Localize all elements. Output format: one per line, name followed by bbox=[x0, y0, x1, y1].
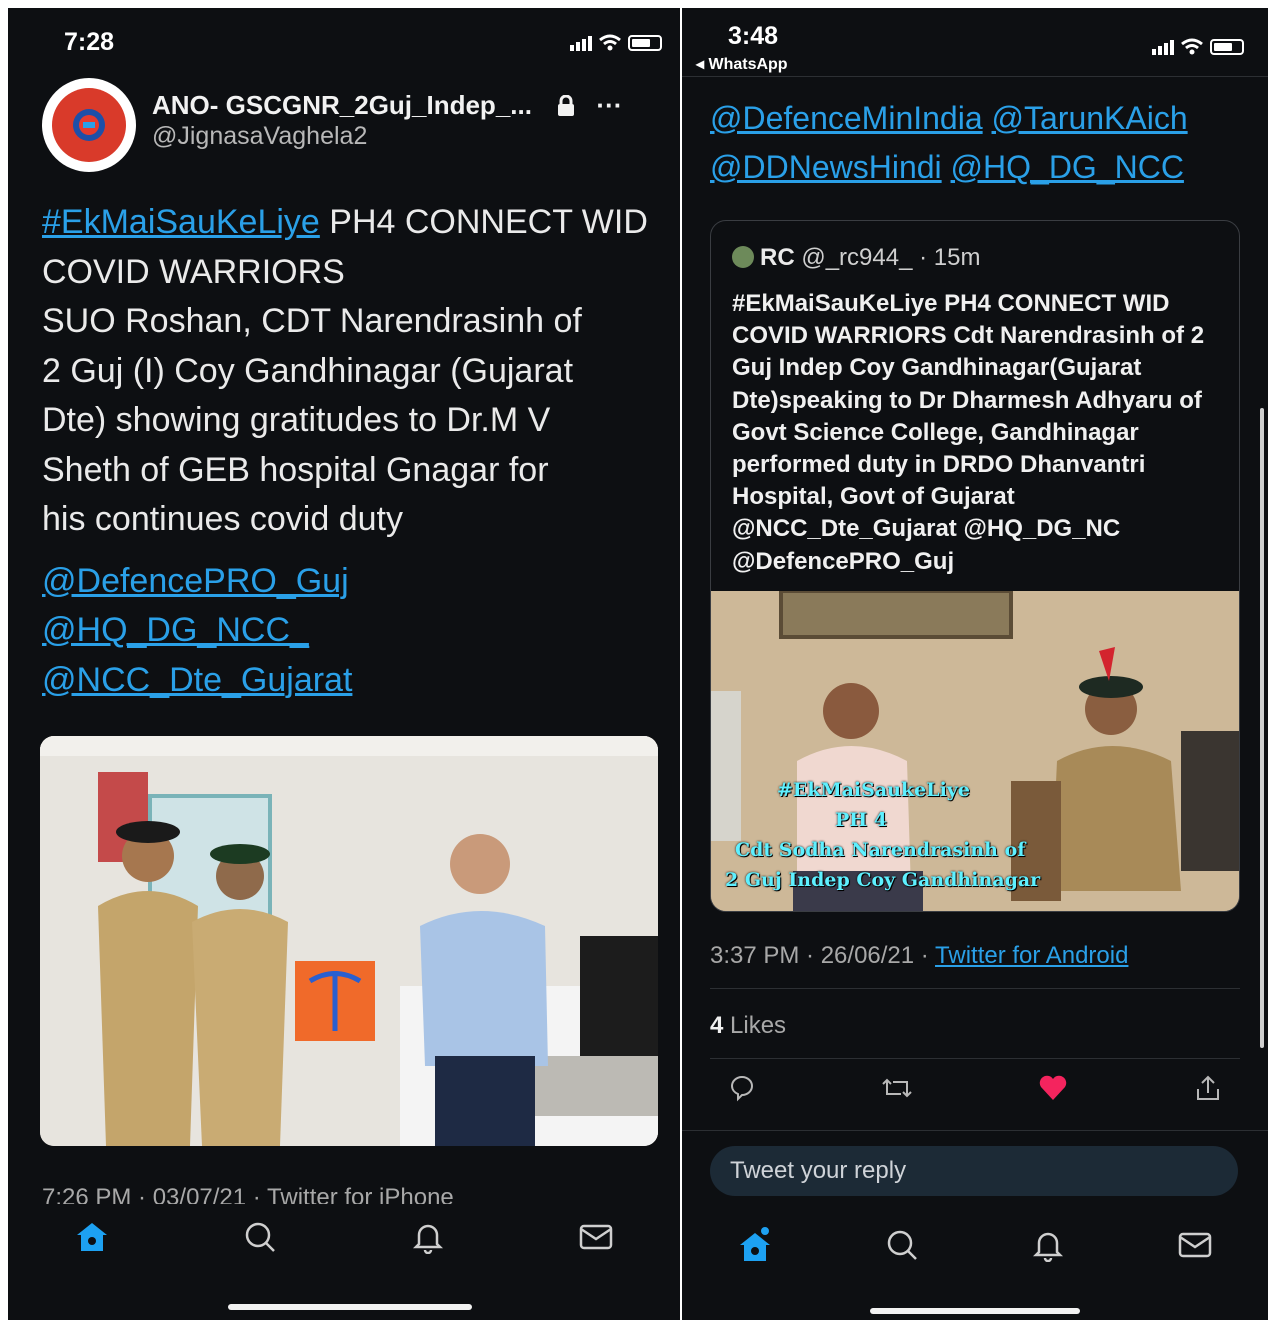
divider bbox=[710, 988, 1240, 989]
author-handle: @JignasaVaghela2 bbox=[152, 122, 368, 150]
status-time: 3:48 bbox=[728, 22, 779, 50]
status-icons bbox=[1152, 38, 1244, 56]
mention-link[interactable]: @NCC_Dte_Gujarat bbox=[42, 656, 672, 706]
left-phone-screen: 7:28 ANO- GSCGNR_2Guj_Indep_... ··· @Jig… bbox=[8, 8, 680, 1320]
tab-search[interactable] bbox=[872, 1220, 932, 1270]
reply-input[interactable]: Tweet your reply bbox=[710, 1146, 1238, 1196]
tweet-footer: 7:26 PM · 03/07/21 · Twitter for iPhone bbox=[42, 1184, 454, 1204]
status-bar: 7:28 bbox=[8, 8, 680, 68]
status-time: 7:28 bbox=[64, 28, 115, 56]
divider bbox=[710, 1058, 1240, 1059]
tweet-line: Sheth of GEB hospital Gnagar for bbox=[42, 450, 549, 489]
tweet-timestamp: 3:37 PM · 26/06/21 · Twitter for Android bbox=[710, 942, 1129, 969]
mention-link[interactable]: @HQ_DG_NCC bbox=[951, 149, 1184, 185]
tab-home[interactable] bbox=[62, 1212, 122, 1262]
photo-scene bbox=[40, 736, 658, 1146]
like-button[interactable] bbox=[1033, 1068, 1073, 1108]
home-icon bbox=[77, 1223, 107, 1251]
status-bar: 3:48 ◂ WhatsApp bbox=[682, 8, 1268, 73]
wifi-icon bbox=[599, 34, 621, 51]
mention-link[interactable]: @HQ_DG_NCC_ bbox=[42, 606, 672, 656]
photo-overlay-line: PH 4 bbox=[835, 809, 888, 831]
ncc-logo-icon bbox=[73, 109, 105, 141]
wifi-icon bbox=[1181, 38, 1203, 55]
battery-icon bbox=[628, 35, 662, 51]
mention-link[interactable]: @TarunKAich bbox=[992, 100, 1188, 136]
home-icon bbox=[740, 1227, 771, 1261]
tab-notifications[interactable] bbox=[1018, 1220, 1078, 1270]
divider bbox=[682, 1130, 1268, 1131]
tweet-body: #EkMaiSauKeLiye PH4 CONNECT WID COVID WA… bbox=[42, 198, 672, 705]
photo-scene bbox=[711, 591, 1239, 911]
home-indicator[interactable] bbox=[870, 1308, 1080, 1314]
author-name[interactable]: ANO- GSCGNR_2Guj_Indep_... ··· bbox=[152, 90, 622, 121]
tab-bar bbox=[8, 1212, 680, 1262]
photo-overlay-line: 2 Guj Indep Coy Gandhinagar bbox=[725, 869, 1041, 891]
signal-icon bbox=[1152, 39, 1174, 55]
header-divider bbox=[682, 76, 1268, 77]
quoted-author-handle: @_rc944_ · 15m bbox=[801, 244, 981, 271]
notifications-icon bbox=[1033, 1232, 1064, 1262]
signal-icon bbox=[570, 35, 592, 51]
messages-icon bbox=[1178, 1232, 1211, 1258]
retweet-button[interactable] bbox=[877, 1068, 917, 1108]
tweet-photo[interactable] bbox=[40, 736, 658, 1146]
tweet-line: SUO Roshan, CDT Narendrasinh of bbox=[42, 302, 582, 340]
mention-link[interactable]: @DefencePRO_Guj bbox=[42, 557, 672, 607]
reply-button[interactable] bbox=[722, 1068, 762, 1108]
messages-icon bbox=[579, 1224, 613, 1250]
tweet-line: Dte) showing gratitudes to Dr.M V bbox=[42, 401, 551, 439]
photo-overlay-line: #EkMaiSaukeLiye bbox=[777, 779, 970, 801]
tab-notifications[interactable] bbox=[398, 1212, 458, 1262]
search-icon bbox=[245, 1222, 275, 1252]
photo-overlay-line: Cdt Sodha Narendrasinh of bbox=[735, 839, 1026, 861]
tweet-actions bbox=[722, 1068, 1228, 1108]
tweet-source-link[interactable]: Twitter for Android bbox=[935, 942, 1128, 969]
scrollbar[interactable] bbox=[1260, 408, 1264, 1048]
status-icons bbox=[570, 34, 662, 52]
reply-icon bbox=[730, 1076, 753, 1102]
top-mentions: @DefenceMinIndia @TarunKAich @DDNewsHind… bbox=[710, 94, 1268, 192]
right-phone-screen: 3:48 ◂ WhatsApp @DefenceMinIndia @TarunK… bbox=[682, 8, 1268, 1320]
quoted-tweet-text: #EkMaiSauKeLiye PH4 CONNECT WID COVID WA… bbox=[732, 290, 1205, 575]
back-to-whatsapp[interactable]: ◂ WhatsApp bbox=[696, 54, 788, 74]
lock-icon bbox=[558, 94, 575, 116]
author-avatar[interactable] bbox=[42, 78, 136, 172]
tab-search[interactable] bbox=[230, 1212, 290, 1262]
like-icon bbox=[1039, 1075, 1066, 1100]
share-button[interactable] bbox=[1188, 1068, 1228, 1108]
retweet-icon bbox=[882, 1078, 913, 1098]
mention-link[interactable]: @DefenceMinIndia bbox=[710, 100, 983, 136]
tab-bar bbox=[682, 1220, 1268, 1270]
mention-link[interactable]: @DDNewsHindi bbox=[710, 149, 942, 185]
share-icon bbox=[1196, 1075, 1219, 1100]
hashtag-link[interactable]: #EkMaiSauKeLiye bbox=[42, 203, 320, 241]
tab-messages[interactable] bbox=[566, 1212, 626, 1262]
tweet-line: 2 Guj (I) Coy Gandhinagar (Gujarat bbox=[42, 351, 574, 390]
quoted-author-name[interactable]: RC bbox=[760, 244, 795, 271]
tab-messages[interactable] bbox=[1165, 1220, 1225, 1270]
notifications-icon bbox=[412, 1224, 444, 1254]
more-options-button[interactable]: ··· bbox=[596, 90, 622, 120]
quoted-tweet-header: RC @_rc944_ · 15m bbox=[732, 244, 980, 272]
battery-icon bbox=[1210, 39, 1244, 55]
quoted-tweet-photo[interactable]: #EkMaiSaukeLiye PH 4 Cdt Sodha Narendras… bbox=[711, 591, 1239, 911]
quoted-avatar[interactable] bbox=[732, 246, 754, 268]
tab-home[interactable] bbox=[725, 1220, 785, 1270]
home-indicator[interactable] bbox=[228, 1304, 472, 1310]
likes-count[interactable]: 4 Likes bbox=[710, 1012, 786, 1040]
tweet-line: his continues covid duty bbox=[42, 500, 403, 538]
search-icon bbox=[887, 1230, 917, 1260]
